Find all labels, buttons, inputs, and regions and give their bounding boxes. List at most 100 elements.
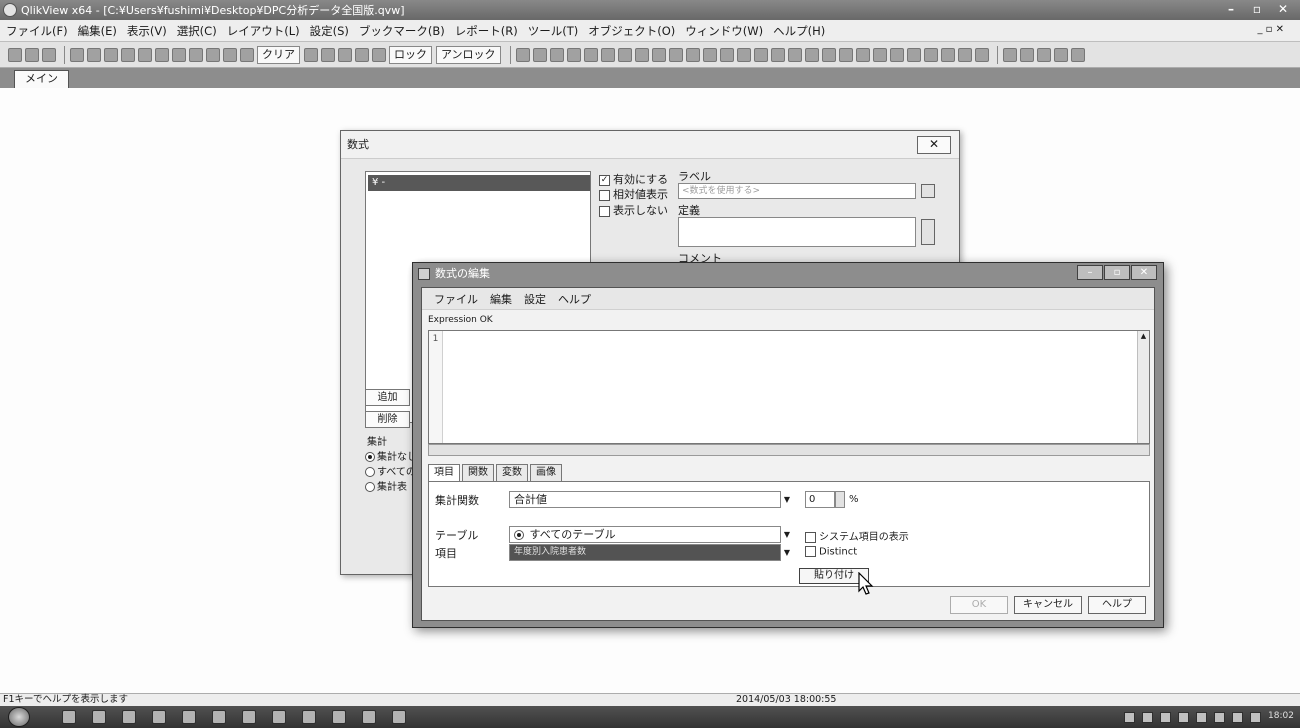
design-tool-icon[interactable] bbox=[923, 47, 938, 62]
expressions-dialog-close-button[interactable]: ✕ bbox=[917, 136, 951, 154]
chevron-down-icon[interactable]: ▼ bbox=[781, 491, 793, 508]
design-tool-icon[interactable] bbox=[651, 47, 666, 62]
ime-icon[interactable] bbox=[1124, 712, 1135, 723]
expression-editor[interactable]: 1 ▲ bbox=[428, 330, 1150, 444]
tray-icon[interactable] bbox=[1160, 712, 1171, 723]
add-button[interactable]: 追加 bbox=[365, 389, 410, 406]
menu-help[interactable]: ヘルプ(H) bbox=[773, 23, 825, 39]
hide-checkbox[interactable] bbox=[599, 205, 610, 217]
redo-icon[interactable] bbox=[155, 47, 169, 62]
design-tool-icon[interactable] bbox=[1053, 47, 1068, 62]
menu-object[interactable]: オブジェクト(O) bbox=[588, 23, 675, 39]
radio-icon[interactable] bbox=[365, 452, 375, 462]
design-tool-icon[interactable] bbox=[974, 47, 989, 62]
dialog-maximize-button[interactable]: ▫ bbox=[1104, 265, 1130, 280]
design-tool-icon[interactable] bbox=[702, 47, 717, 62]
design-tool-icon[interactable] bbox=[787, 47, 802, 62]
sheet-properties-icon[interactable] bbox=[206, 47, 220, 62]
design-tool-icon[interactable] bbox=[1036, 47, 1051, 62]
design-tool-icon[interactable] bbox=[855, 47, 870, 62]
editor-horizontal-scrollbar[interactable] bbox=[428, 444, 1150, 456]
total-mode-option-table[interactable]: 集計表 bbox=[365, 478, 407, 493]
design-tool-icon[interactable] bbox=[1019, 47, 1034, 62]
menu-window[interactable]: ウィンドウ(W) bbox=[685, 23, 763, 39]
menu-tools[interactable]: ツール(T) bbox=[528, 23, 579, 39]
edit-script-icon[interactable] bbox=[172, 47, 186, 62]
percent-spinner[interactable] bbox=[835, 491, 845, 508]
copy-icon[interactable] bbox=[104, 47, 118, 62]
design-tool-icon[interactable] bbox=[566, 47, 581, 62]
save-icon[interactable] bbox=[42, 47, 56, 62]
label-expression-button[interactable] bbox=[921, 184, 935, 198]
tray-icon[interactable] bbox=[1142, 712, 1153, 723]
design-tool-icon[interactable] bbox=[634, 47, 649, 62]
tray-icon[interactable] bbox=[1250, 712, 1261, 723]
hide-checkbox-row[interactable]: 表示しない bbox=[599, 202, 668, 218]
distinct-checkbox[interactable] bbox=[805, 546, 816, 557]
paste-icon[interactable] bbox=[121, 47, 135, 62]
design-tool-icon[interactable] bbox=[549, 47, 564, 62]
tray-icon[interactable] bbox=[1196, 712, 1207, 723]
print-icon[interactable] bbox=[70, 47, 84, 62]
radio-icon[interactable] bbox=[365, 482, 375, 492]
tab-images[interactable]: 画像 bbox=[530, 464, 562, 482]
design-tool-icon[interactable] bbox=[889, 47, 904, 62]
ok-button[interactable]: OK bbox=[950, 596, 1008, 614]
find-icon[interactable] bbox=[223, 47, 237, 62]
menu-reports[interactable]: レポート(R) bbox=[455, 23, 518, 39]
design-tool-icon[interactable] bbox=[940, 47, 955, 62]
unlock-button[interactable]: アンロック bbox=[436, 45, 501, 64]
field-select[interactable]: 年度別入院患者数 bbox=[509, 544, 781, 561]
scroll-up-icon[interactable]: ▲ bbox=[1138, 331, 1149, 341]
clear-button[interactable]: クリア bbox=[257, 45, 300, 64]
menu-view[interactable]: 表示(V) bbox=[127, 23, 167, 39]
percent-input[interactable]: 0 bbox=[805, 491, 835, 508]
system-fields-row[interactable]: システム項目の表示 bbox=[805, 528, 909, 543]
table-select[interactable]: すべてのテーブル bbox=[509, 526, 781, 543]
dialog-close-button[interactable]: ✕ bbox=[1131, 265, 1157, 280]
sheet-tab-main[interactable]: メイン bbox=[14, 70, 69, 88]
cancel-button[interactable]: キャンセル bbox=[1014, 596, 1082, 614]
network-icon[interactable] bbox=[1214, 712, 1225, 723]
total-mode-option-all[interactable]: すべての bbox=[365, 463, 416, 478]
tab-variables[interactable]: 変数 bbox=[496, 464, 528, 482]
dialog-menu-edit[interactable]: 編集 bbox=[490, 291, 512, 307]
clear-forward-icon[interactable] bbox=[321, 47, 335, 62]
design-tool-icon[interactable] bbox=[872, 47, 887, 62]
design-tool-icon[interactable] bbox=[753, 47, 768, 62]
design-tool-icon[interactable] bbox=[770, 47, 785, 62]
relative-checkbox-row[interactable]: 相対値表示 bbox=[599, 186, 668, 202]
minimize-button[interactable]: – bbox=[1218, 1, 1244, 18]
selection-back-icon[interactable] bbox=[338, 47, 352, 62]
design-tool-icon[interactable] bbox=[719, 47, 734, 62]
relative-checkbox[interactable] bbox=[599, 189, 610, 201]
close-button[interactable]: ✕ bbox=[1270, 1, 1296, 18]
total-mode-option-none[interactable]: 集計なし bbox=[365, 448, 417, 463]
enable-checkbox[interactable]: ✓ bbox=[599, 174, 610, 186]
design-tool-icon[interactable] bbox=[1002, 47, 1017, 62]
qlikview-taskbar-icon[interactable] bbox=[392, 710, 406, 724]
design-tool-icon[interactable] bbox=[906, 47, 921, 62]
menu-settings[interactable]: 設定(S) bbox=[310, 23, 349, 39]
menu-file[interactable]: ファイル(F) bbox=[6, 23, 68, 39]
excel-icon[interactable] bbox=[152, 710, 166, 724]
reload-icon[interactable] bbox=[189, 47, 203, 62]
design-tool-icon[interactable] bbox=[617, 47, 632, 62]
design-tool-icon[interactable] bbox=[583, 47, 598, 62]
taskbar-app-icon[interactable] bbox=[272, 710, 286, 724]
explorer-icon[interactable] bbox=[92, 710, 106, 724]
selection-forward-icon[interactable] bbox=[355, 47, 369, 62]
design-tool-icon[interactable] bbox=[668, 47, 683, 62]
design-tool-icon[interactable] bbox=[804, 47, 819, 62]
maximize-button[interactable]: ▫ bbox=[1244, 1, 1270, 18]
editor-vertical-scrollbar[interactable]: ▲ bbox=[1137, 331, 1149, 443]
ie-icon[interactable] bbox=[62, 710, 76, 724]
definition-input[interactable] bbox=[678, 217, 916, 247]
taskbar-app-icon[interactable] bbox=[182, 710, 196, 724]
chevron-down-icon[interactable]: ▼ bbox=[781, 526, 793, 543]
menu-edit[interactable]: 編集(E) bbox=[78, 23, 117, 39]
menu-layout[interactable]: レイアウト(L) bbox=[227, 23, 300, 39]
tab-functions[interactable]: 関数 bbox=[462, 464, 494, 482]
volume-icon[interactable] bbox=[1232, 712, 1243, 723]
design-tool-icon[interactable] bbox=[600, 47, 615, 62]
